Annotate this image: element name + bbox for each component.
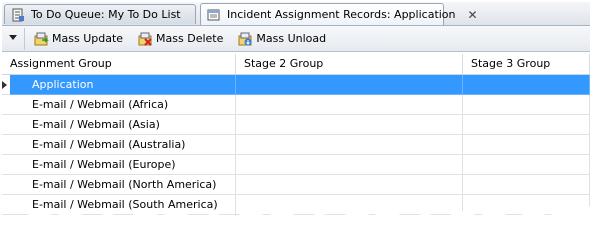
assignment-group-cell[interactable]: E-mail / Webmail (Australia)	[10, 135, 236, 155]
mass-unload-label: Mass Unload	[256, 32, 327, 45]
row-pointer-icon	[2, 81, 7, 89]
table-row[interactable]: E-mail / Webmail (Asia)	[2, 115, 590, 135]
table-row[interactable]: E-mail / Webmail (South America)	[2, 195, 590, 215]
column-header-stage-2-group[interactable]: Stage 2 Group	[236, 54, 463, 74]
stage-2-group-cell[interactable]	[236, 135, 463, 155]
row-indicator-cell	[2, 155, 10, 175]
mass-delete-label: Mass Delete	[156, 32, 224, 45]
table-row[interactable]: E-mail / Webmail (Africa)	[2, 95, 590, 115]
queue-icon	[11, 8, 25, 22]
mass-update-label: Mass Update	[52, 32, 124, 45]
row-indicator-cell	[2, 75, 10, 95]
stage-2-group-cell[interactable]	[236, 215, 463, 218]
stage-2-group-cell[interactable]	[236, 155, 463, 175]
assignment-group-cell[interactable]: Field Support (Africa)	[10, 215, 236, 218]
toolbar-menu-button[interactable]	[2, 27, 25, 50]
table-row[interactable]: E-mail / Webmail (Europe)	[2, 155, 590, 175]
table-row[interactable]: E-mail / Webmail (North America)	[2, 175, 590, 195]
mass-unload-button[interactable]: Mass Unload	[235, 29, 328, 49]
tab-todo-queue[interactable]: To Do Queue: My To Do List	[4, 4, 196, 24]
table-row[interactable]: E-mail / Webmail (Australia)	[2, 135, 590, 155]
mass-delete-icon	[137, 31, 153, 47]
row-indicator-cell	[2, 195, 10, 215]
stage-3-group-cell[interactable]	[463, 115, 590, 135]
tab-incident-assignment[interactable]: Incident Assignment Records: Application…	[200, 3, 478, 25]
table-row[interactable]: Application	[2, 75, 590, 95]
assignment-group-cell[interactable]: E-mail / Webmail (South America)	[10, 195, 236, 215]
stage-2-group-cell[interactable]	[236, 195, 463, 215]
assignment-group-cell[interactable]: E-mail / Webmail (Europe)	[10, 155, 236, 175]
column-header-stage-3-group[interactable]: Stage 3 Group	[463, 54, 590, 74]
stage-2-group-cell[interactable]	[236, 175, 463, 195]
stage-3-group-cell[interactable]	[463, 135, 590, 155]
row-indicator-cell	[2, 175, 10, 195]
stage-2-group-cell[interactable]	[236, 75, 463, 95]
assignment-group-cell[interactable]: E-mail / Webmail (North America)	[10, 175, 236, 195]
records-icon	[207, 8, 221, 22]
mass-delete-button[interactable]: Mass Delete	[135, 29, 225, 49]
tab-strip: To Do Queue: My To Do List Incident Assi…	[2, 2, 590, 26]
grid-header: Assignment Group Stage 2 Group Stage 3 G…	[2, 54, 590, 75]
stage-3-group-cell[interactable]	[463, 155, 590, 175]
stage-3-group-cell[interactable]	[463, 95, 590, 115]
chevron-down-icon	[8, 32, 18, 45]
stage-3-group-cell[interactable]	[463, 195, 590, 215]
mass-update-icon	[33, 31, 49, 47]
stage-3-group-cell[interactable]	[463, 215, 590, 218]
table-row[interactable]: Field Support (Africa)	[2, 215, 590, 218]
mass-update-button[interactable]: Mass Update	[31, 29, 125, 49]
toolbar: Mass Update Mass Delete Mass Unload	[2, 26, 590, 52]
assignment-group-cell[interactable]: Application	[10, 75, 236, 95]
tab-label: To Do Queue: My To Do List	[31, 8, 181, 21]
stage-2-group-cell[interactable]	[236, 95, 463, 115]
stage-2-group-cell[interactable]	[236, 115, 463, 135]
application-window: To Do Queue: My To Do List Incident Assi…	[2, 2, 590, 218]
tab-label: Incident Assignment Records: Application	[227, 8, 456, 21]
row-indicator-cell	[2, 215, 10, 218]
assignment-group-cell[interactable]: E-mail / Webmail (Asia)	[10, 115, 236, 135]
stage-3-group-cell[interactable]	[463, 175, 590, 195]
stage-3-group-cell[interactable]	[463, 75, 590, 95]
mass-unload-icon	[237, 31, 253, 47]
assignment-group-cell[interactable]: E-mail / Webmail (Africa)	[10, 95, 236, 115]
row-indicator-cell	[2, 115, 10, 135]
row-indicator-cell	[2, 95, 10, 115]
close-icon[interactable]: ✕	[468, 8, 478, 22]
row-indicator-cell	[2, 135, 10, 155]
column-header-assignment-group[interactable]: Assignment Group	[2, 54, 236, 74]
records-grid: Assignment Group Stage 2 Group Stage 3 G…	[2, 54, 590, 218]
